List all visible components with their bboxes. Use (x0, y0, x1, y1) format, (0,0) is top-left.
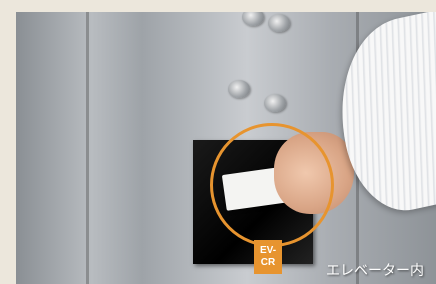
highlight-circle (210, 123, 334, 247)
photo-caption: エレベーター内 (326, 262, 424, 278)
figure-frame: EV- CR エレベーター内 (0, 0, 436, 284)
elevator-button (268, 14, 290, 32)
panel-seam (86, 12, 89, 284)
elevator-button (228, 80, 250, 98)
tag-line-2: CR (260, 257, 276, 268)
ev-cr-label: EV- CR (254, 240, 282, 274)
elevator-button (242, 12, 264, 26)
elevator-photo: EV- CR エレベーター内 (16, 12, 436, 284)
elevator-button (264, 94, 286, 112)
tag-line-1: EV- (259, 245, 277, 256)
